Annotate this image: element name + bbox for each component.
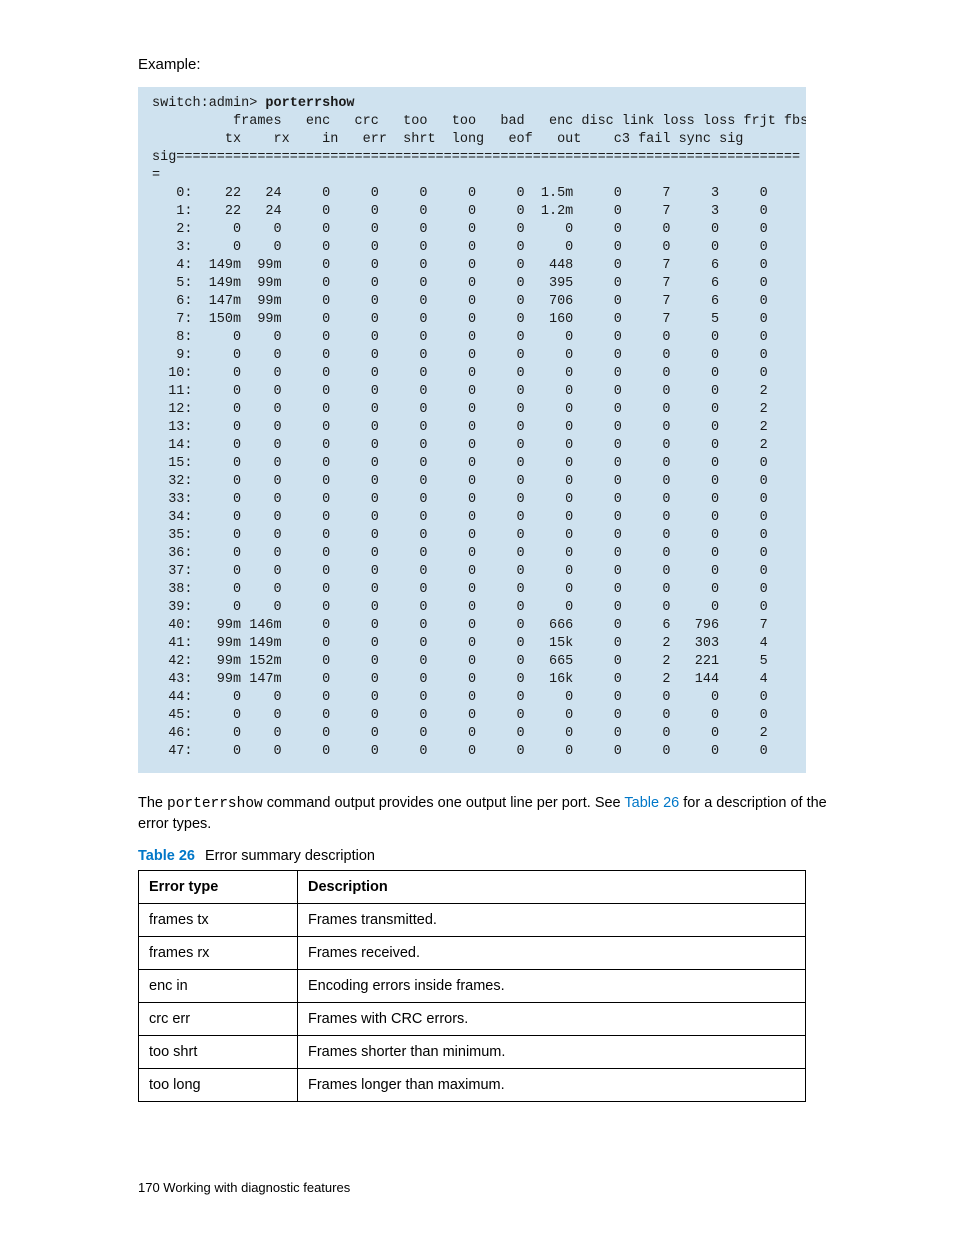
th-description: Description [298,871,806,904]
cell-error-type: too shrt [139,1036,298,1069]
cell-error-type: frames tx [139,904,298,937]
table-number: Table 26 [138,848,195,864]
cell-description: Frames transmitted. [298,904,806,937]
paragraph-mid: command output provides one output line … [263,795,625,811]
table-row: too shrtFrames shorter than minimum. [139,1036,806,1069]
table-caption: Table 26 Error summary description [138,848,834,864]
cell-description: Frames with CRC errors. [298,1003,806,1036]
cell-description: Frames received. [298,937,806,970]
table-row: crc errFrames with CRC errors. [139,1003,806,1036]
cell-error-type: crc err [139,1003,298,1036]
cell-error-type: too long [139,1069,298,1102]
code-block: switch:admin> porterrshow frames enc crc… [138,87,806,773]
error-table: Error type Description frames txFrames t… [138,870,806,1102]
table-row: enc inEncoding errors inside frames. [139,970,806,1003]
table-row: frames rxFrames received. [139,937,806,970]
th-error-type: Error type [139,871,298,904]
paragraph-cmd: porterrshow [167,796,263,812]
table-link[interactable]: Table 26 [624,795,679,811]
table-header-row: Error type Description [139,871,806,904]
table-row: frames txFrames transmitted. [139,904,806,937]
paragraph: The porterrshow command output provides … [138,793,834,834]
example-label: Example: [138,56,834,73]
page-footer: 170 Working with diagnostic features [138,1180,350,1195]
paragraph-pre: The [138,795,167,811]
cell-description: Frames shorter than minimum. [298,1036,806,1069]
table-row: too longFrames longer than maximum. [139,1069,806,1102]
cell-error-type: enc in [139,970,298,1003]
cell-error-type: frames rx [139,937,298,970]
cell-description: Encoding errors inside frames. [298,970,806,1003]
cell-description: Frames longer than maximum. [298,1069,806,1102]
table-title: Error summary description [205,848,375,864]
